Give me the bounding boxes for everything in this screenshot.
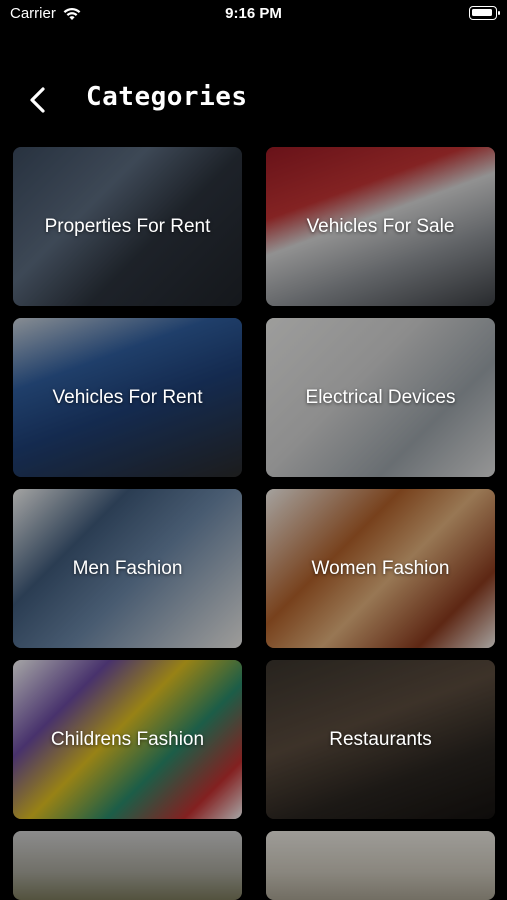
category-card-partial-right[interactable] bbox=[266, 831, 495, 900]
category-label: Childrens Fashion bbox=[50, 728, 205, 750]
category-label: Vehicles For Rent bbox=[52, 386, 203, 408]
category-card-vehicles-for-rent[interactable]: Vehicles For Rent bbox=[13, 318, 242, 477]
category-card-childrens-fashion[interactable]: Childrens Fashion bbox=[13, 660, 242, 819]
category-card-properties-for-rent[interactable]: Properties For Rent bbox=[13, 147, 242, 306]
battery-icon bbox=[469, 6, 500, 20]
category-card-partial-left[interactable] bbox=[13, 831, 242, 900]
page-title: Categories bbox=[86, 82, 248, 112]
nav-header: Categories bbox=[0, 80, 507, 120]
category-label: Women Fashion bbox=[311, 557, 450, 579]
category-label: Vehicles For Sale bbox=[306, 215, 455, 237]
status-bar: Carrier 9:16 PM bbox=[0, 0, 507, 28]
category-label: Electrical Devices bbox=[305, 386, 456, 408]
category-card-women-fashion[interactable]: Women Fashion bbox=[266, 489, 495, 648]
back-chevron-icon[interactable] bbox=[24, 84, 52, 116]
category-card-men-fashion[interactable]: Men Fashion bbox=[13, 489, 242, 648]
category-card-electrical-devices[interactable]: Electrical Devices bbox=[266, 318, 495, 477]
category-label: Properties For Rent bbox=[44, 215, 211, 237]
category-card-vehicles-for-sale[interactable]: Vehicles For Sale bbox=[266, 147, 495, 306]
category-label: Men Fashion bbox=[72, 557, 183, 579]
category-card-restaurants[interactable]: Restaurants bbox=[266, 660, 495, 819]
category-label: Restaurants bbox=[329, 728, 432, 750]
status-time: 9:16 PM bbox=[225, 5, 282, 22]
